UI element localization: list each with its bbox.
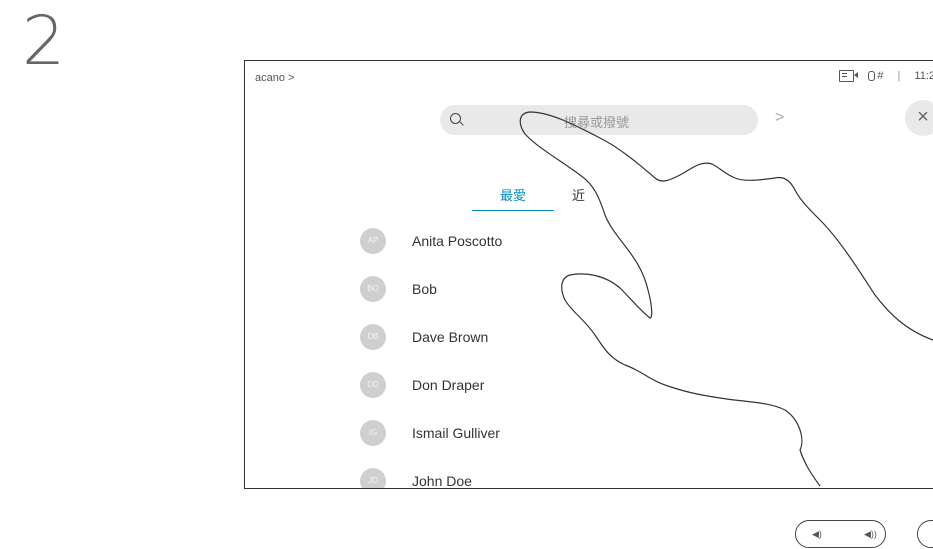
avatar: JD — [360, 468, 386, 488]
brand-name: acano — [255, 72, 285, 84]
search-input[interactable]: 搜尋或撥號 — [440, 105, 758, 135]
mic-level-icon: # — [877, 70, 884, 82]
avatar: DD — [360, 372, 386, 398]
tab-favorites[interactable]: 最愛 — [472, 185, 555, 211]
volume-control[interactable]: ◀) ◀)) — [795, 520, 886, 548]
contact-name: Bob — [412, 281, 437, 297]
tab-bar: 最愛 近 — [472, 185, 585, 211]
search-placeholder: 搜尋或撥號 — [564, 116, 630, 131]
contact-name: John Doe — [412, 473, 472, 489]
contact-name: Dave Brown — [412, 329, 489, 345]
touch-panel-screen: acano > # | 11:2 搜尋或撥號 > × 最愛 近 AP Anita… — [244, 60, 933, 489]
contact-name: Don Draper — [412, 377, 485, 393]
search-icon — [450, 113, 461, 124]
avatar: AP — [360, 228, 386, 254]
volume-up-icon[interactable]: ◀)) — [864, 529, 877, 540]
status-divider: | — [897, 70, 901, 82]
brand-label: acano > — [255, 72, 294, 84]
volume-down-icon[interactable]: ◀) — [812, 529, 822, 540]
mute-button[interactable] — [917, 520, 933, 548]
tab-recent[interactable]: 近 — [572, 185, 585, 211]
brand-chevron: > — [288, 72, 295, 84]
video-icon[interactable] — [839, 70, 859, 82]
avatar: IG — [360, 420, 386, 446]
clock: 11:2 — [914, 70, 933, 82]
status-bar: # | 11:2 — [839, 70, 933, 82]
contact-name: Anita Poscotto — [412, 233, 503, 249]
search-chevron-icon[interactable]: > — [775, 109, 784, 127]
mic-icon[interactable] — [868, 71, 876, 81]
avatar: BO — [360, 276, 386, 302]
avatar: DB — [360, 324, 386, 350]
contact-name: Ismail Gulliver — [412, 425, 500, 441]
step-number: 2 — [22, 2, 66, 81]
close-button[interactable]: × — [905, 100, 933, 136]
